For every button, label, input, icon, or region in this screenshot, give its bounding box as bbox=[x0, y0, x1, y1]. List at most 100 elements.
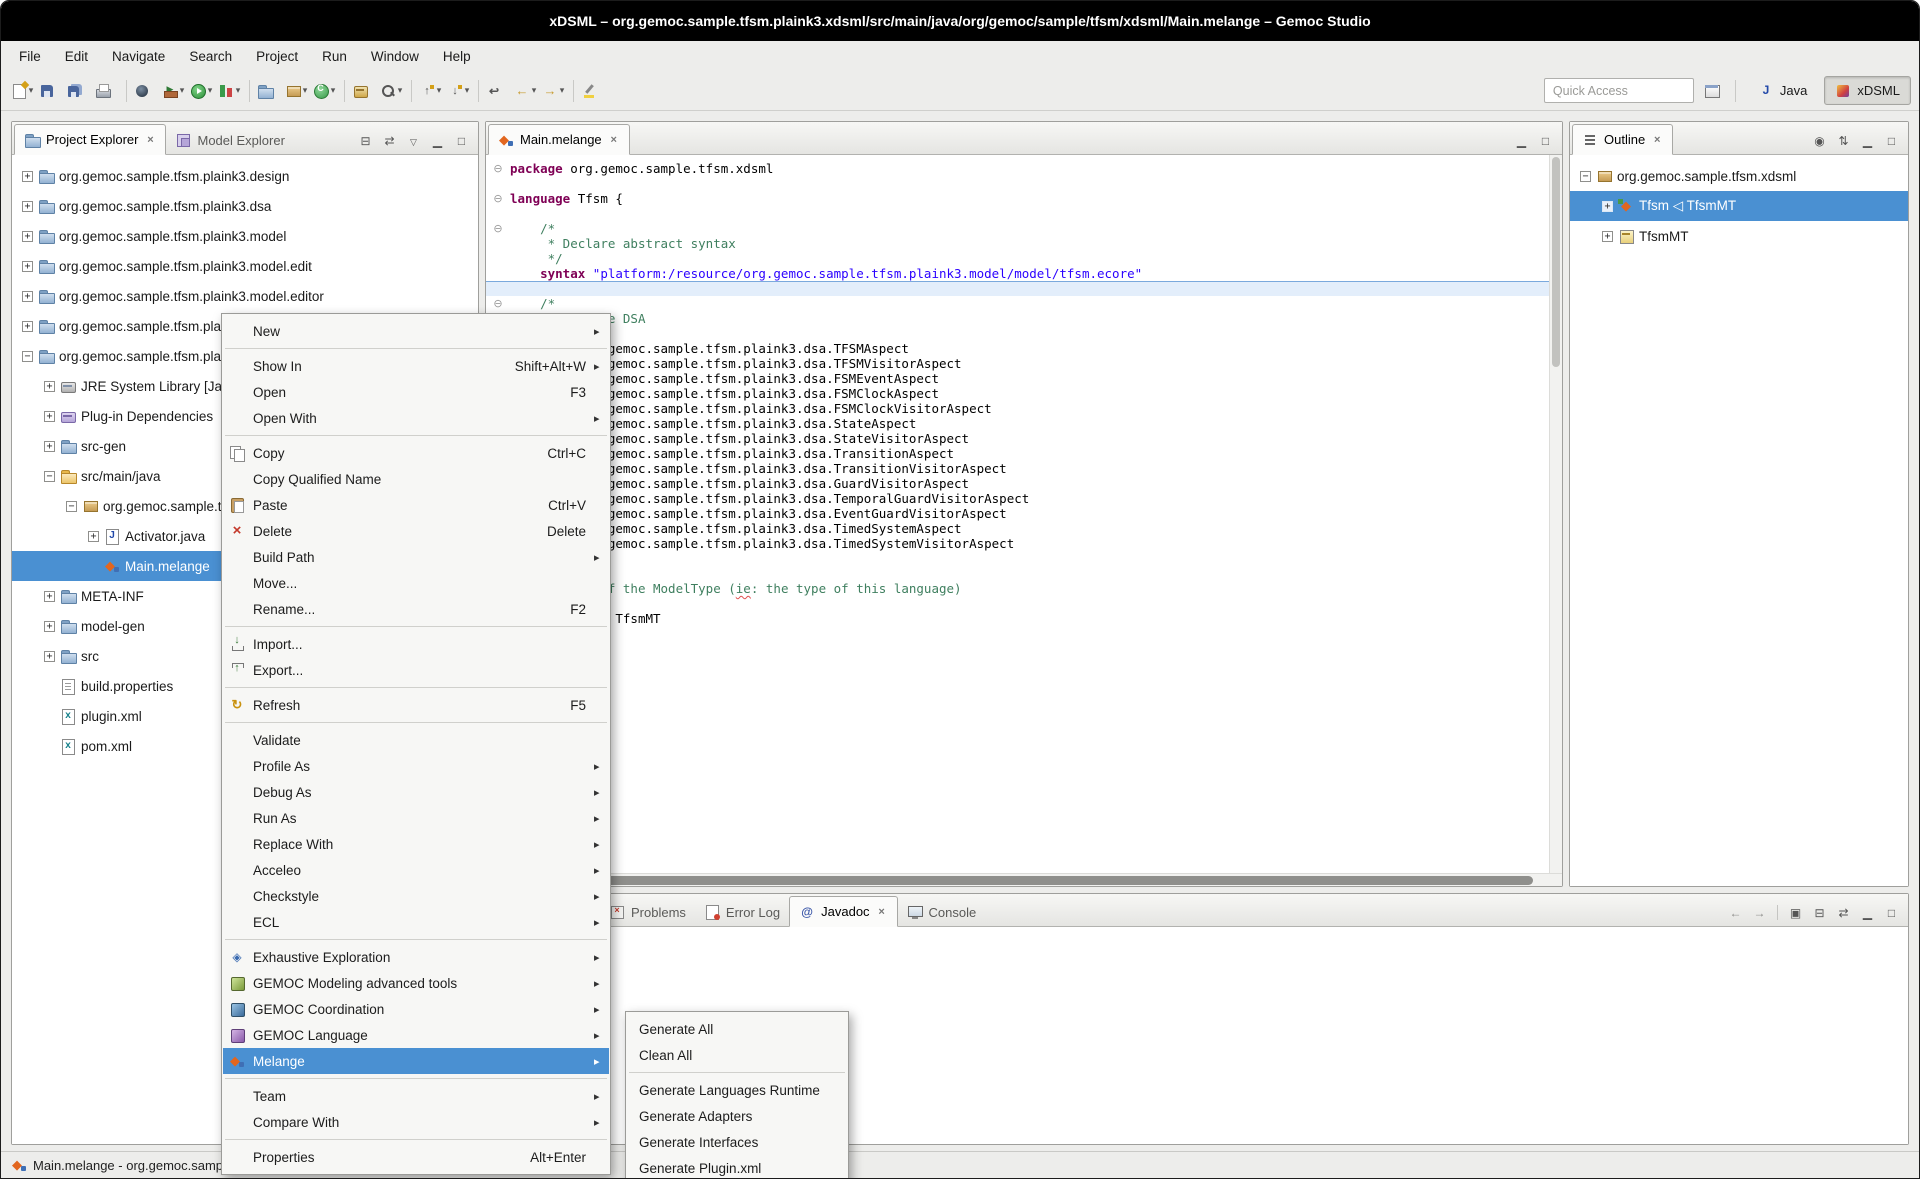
editor-tab-main-melange[interactable]: Main.melange bbox=[488, 124, 630, 155]
editor-horizontal-scrollbar[interactable] bbox=[486, 873, 1562, 886]
fold-marker-icon[interactable] bbox=[486, 206, 510, 221]
next-annotation-button[interactable] bbox=[445, 77, 473, 105]
forward-button[interactable] bbox=[540, 77, 568, 105]
tree-item[interactable]: +org.gemoc.sample.tfsm.plaink3.model bbox=[12, 221, 478, 251]
fold-marker-icon[interactable] bbox=[486, 236, 510, 251]
close-icon[interactable] bbox=[876, 906, 888, 918]
link-editor-icon[interactable] bbox=[1835, 906, 1852, 920]
view-tab[interactable]: Problems bbox=[600, 898, 695, 926]
tree-item[interactable]: +TfsmMT bbox=[1570, 221, 1908, 251]
context-menu-item[interactable]: Rename...F2 bbox=[223, 596, 609, 622]
menu-item[interactable]: File bbox=[7, 45, 53, 68]
expander-icon[interactable]: + bbox=[44, 411, 55, 422]
minimize-icon[interactable] bbox=[1513, 134, 1530, 148]
fold-marker-icon[interactable]: ⊖ bbox=[486, 296, 510, 311]
menu-item[interactable]: Search bbox=[177, 45, 244, 68]
external-tools-button[interactable] bbox=[160, 77, 188, 105]
outline-tab[interactable]: Outline bbox=[1572, 124, 1673, 155]
new-button[interactable] bbox=[9, 77, 37, 105]
context-menu-item[interactable]: Import... bbox=[223, 631, 609, 657]
quick-access-input[interactable] bbox=[1544, 78, 1694, 103]
context-menu-item[interactable]: Validate bbox=[223, 727, 609, 753]
context-menu-item[interactable]: DeleteDelete bbox=[223, 518, 609, 544]
coverage-button[interactable] bbox=[216, 77, 244, 105]
mark-occurrences-button[interactable] bbox=[579, 77, 607, 105]
expander-icon[interactable]: − bbox=[44, 471, 55, 482]
expander-icon[interactable]: + bbox=[22, 201, 33, 212]
menu-item[interactable]: Edit bbox=[53, 45, 100, 68]
view-tab[interactable]: Error Log bbox=[695, 898, 789, 926]
new-jar-button[interactable] bbox=[350, 77, 378, 105]
expander-icon[interactable]: + bbox=[44, 441, 55, 452]
fold-marker-icon[interactable] bbox=[486, 251, 510, 266]
back-button[interactable] bbox=[512, 77, 540, 105]
expander-icon[interactable]: + bbox=[22, 171, 33, 182]
new-package-button[interactable] bbox=[283, 77, 311, 105]
expander-icon[interactable]: + bbox=[44, 621, 55, 632]
context-menu-item[interactable]: Open With bbox=[223, 405, 609, 431]
menu-item[interactable]: Run bbox=[310, 45, 359, 68]
maximize-icon[interactable] bbox=[1883, 134, 1900, 148]
link-with-selection-icon[interactable] bbox=[1787, 906, 1804, 920]
maximize-icon[interactable] bbox=[1537, 134, 1554, 148]
context-menu-item[interactable]: Acceleo bbox=[223, 857, 609, 883]
context-menu-item[interactable]: GEMOC Language bbox=[223, 1022, 609, 1048]
print-button[interactable] bbox=[93, 77, 121, 105]
expander-icon[interactable]: + bbox=[88, 531, 99, 542]
tree-item[interactable]: +org.gemoc.sample.tfsm.plaink3.model.edi… bbox=[12, 281, 478, 311]
forward-icon[interactable] bbox=[1751, 906, 1768, 920]
expander-icon[interactable]: + bbox=[22, 321, 33, 332]
last-edit-location-button[interactable] bbox=[484, 77, 512, 105]
view-tab[interactable]: Project Explorer bbox=[14, 124, 166, 155]
menu-item[interactable]: Project bbox=[244, 45, 310, 68]
expander-icon[interactable]: + bbox=[44, 381, 55, 392]
menu-item[interactable]: Help bbox=[431, 45, 483, 68]
tree-item[interactable]: −org.gemoc.sample.tfsm.xdsml bbox=[1570, 161, 1908, 191]
tree-item[interactable]: +org.gemoc.sample.tfsm.plaink3.design bbox=[12, 161, 478, 191]
view-tab[interactable]: Model Explorer bbox=[166, 126, 293, 154]
context-menu-item[interactable]: Checkstyle bbox=[223, 883, 609, 909]
new-class-button[interactable] bbox=[311, 77, 339, 105]
context-menu-item[interactable]: Team bbox=[223, 1083, 609, 1109]
context-menu-item[interactable]: Debug As bbox=[223, 779, 609, 805]
context-menu-item[interactable]: New bbox=[223, 318, 609, 344]
expander-icon[interactable]: + bbox=[44, 591, 55, 602]
context-menu-item[interactable]: Move... bbox=[223, 570, 609, 596]
previous-annotation-button[interactable] bbox=[417, 77, 445, 105]
context-menu-item[interactable]: GEMOC Modeling advanced tools bbox=[223, 970, 609, 996]
editor-vertical-scrollbar[interactable] bbox=[1549, 155, 1562, 873]
context-menu-item[interactable]: ECL bbox=[223, 909, 609, 935]
scrollbar-thumb[interactable] bbox=[489, 876, 1533, 885]
fold-marker-icon[interactable] bbox=[486, 176, 510, 191]
expander-icon[interactable]: + bbox=[22, 261, 33, 272]
context-menu-item[interactable]: Show InShift+Alt+W bbox=[223, 353, 609, 379]
focus-icon[interactable] bbox=[1811, 134, 1828, 148]
fold-marker-icon[interactable]: ⊖ bbox=[486, 191, 510, 206]
close-icon[interactable] bbox=[1651, 134, 1663, 146]
close-icon[interactable] bbox=[608, 134, 620, 146]
open-perspective-button[interactable] bbox=[1700, 77, 1724, 105]
submenu-item[interactable]: Generate Interfaces bbox=[627, 1129, 847, 1155]
context-menu-item[interactable]: PropertiesAlt+Enter bbox=[223, 1144, 609, 1170]
collapse-all-icon[interactable] bbox=[357, 134, 374, 148]
context-menu-item[interactable]: CopyCtrl+C bbox=[223, 440, 609, 466]
save-button[interactable] bbox=[37, 77, 65, 105]
view-tab[interactable]: Javadoc bbox=[789, 896, 897, 927]
expander-icon[interactable]: − bbox=[66, 501, 77, 512]
context-menu-item[interactable]: PasteCtrl+V bbox=[223, 492, 609, 518]
context-menu-item[interactable]: Copy Qualified Name bbox=[223, 466, 609, 492]
expander-icon[interactable]: + bbox=[22, 291, 33, 302]
submenu-item[interactable]: Generate Languages Runtime bbox=[627, 1077, 847, 1103]
perspective-xdsml-button[interactable]: xDSML bbox=[1824, 76, 1911, 105]
minimize-icon[interactable] bbox=[429, 134, 446, 148]
tree-item[interactable]: +org.gemoc.sample.tfsm.plaink3.dsa bbox=[12, 191, 478, 221]
menu-item[interactable]: Window bbox=[359, 45, 431, 68]
fold-marker-icon[interactable] bbox=[486, 281, 510, 296]
menu-item[interactable]: Navigate bbox=[100, 45, 177, 68]
view-tab[interactable]: Console bbox=[898, 898, 986, 926]
context-menu-item[interactable]: Run As bbox=[223, 805, 609, 831]
scrollbar-thumb[interactable] bbox=[1552, 157, 1560, 367]
run-button[interactable] bbox=[188, 77, 216, 105]
expander-icon[interactable]: + bbox=[1602, 201, 1613, 212]
context-menu-item[interactable]: RefreshF5 bbox=[223, 692, 609, 718]
